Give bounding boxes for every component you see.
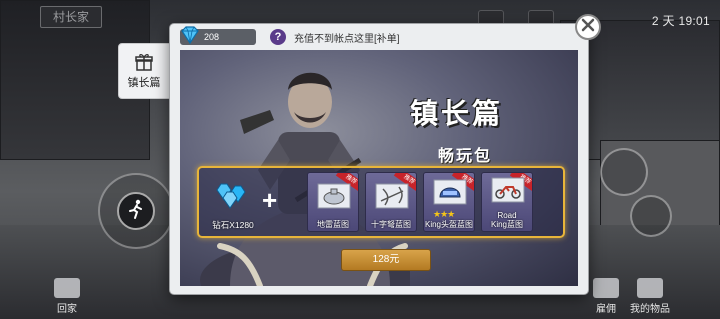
bottom-items-label: 我的物品 xyxy=(630,304,670,315)
landmine-blueprint-icon xyxy=(317,183,351,214)
gift-icon xyxy=(135,53,153,71)
reward-landmine-blueprint[interactable]: 推荐 地雷蓝图 xyxy=(307,172,359,232)
pack-title: 镇长篇 xyxy=(410,97,504,130)
sprint-button[interactable] xyxy=(117,192,155,230)
bottom-hire-label: 雇佣 xyxy=(596,304,616,315)
pack-subtitle: 畅玩包 xyxy=(438,148,493,165)
gem-balance: 208 xyxy=(180,26,256,45)
rarity-stars: ★★★ xyxy=(433,209,455,219)
bottom-home-button[interactable]: 回家 xyxy=(54,278,80,315)
bottom-items-button[interactable]: 我的物品 xyxy=(630,278,670,315)
plus-sign: + xyxy=(262,185,278,215)
reward-label: 钻石X1280 xyxy=(212,220,254,230)
side-tab-label: 镇长篇 xyxy=(127,76,161,89)
purchase-modal: 208 ? 充值不到帐点这里[补单] 镇长篇 畅玩包 128元 xyxy=(170,24,588,294)
house-icon xyxy=(54,278,80,298)
reward-diamonds[interactable]: 钻石X1280 xyxy=(207,172,259,232)
modal-top-bar: 208 ? 充值不到帐点这里[补单] xyxy=(170,24,588,50)
bottom-hire-button[interactable]: 雇佣 xyxy=(593,278,619,315)
motorcycle-blueprint-icon xyxy=(491,177,525,208)
running-man-icon xyxy=(125,198,147,225)
people-icon xyxy=(593,278,619,298)
bottom-home-label: 回家 xyxy=(57,304,77,315)
game-clock: 2 天 19:01 xyxy=(651,14,710,28)
buy-price-button[interactable]: 128元 xyxy=(341,249,431,271)
side-tab-mayor-chapter[interactable]: 镇长篇 xyxy=(118,43,170,99)
diamond-pile-icon xyxy=(213,178,253,215)
reload-button[interactable] xyxy=(600,148,648,196)
reward-label: 十字弩蓝图 xyxy=(371,220,411,229)
helmet-blueprint-icon xyxy=(433,179,467,210)
rewards-strip: 钻石X1280 推荐 地雷蓝图 推荐 十字弩蓝图 推荐 ★★★ King头盔蓝图… xyxy=(197,166,565,238)
action-button[interactable] xyxy=(630,195,672,237)
close-button[interactable] xyxy=(575,14,601,40)
reward-motorcycle-blueprint[interactable]: 推荐 Road King蓝图 xyxy=(481,172,533,232)
help-icon[interactable]: ? xyxy=(270,29,286,45)
recharge-hint-link[interactable]: 充值不到帐点这里[补单] xyxy=(294,30,400,45)
reward-crossbow-blueprint[interactable]: 推荐 十字弩蓝图 xyxy=(365,172,417,232)
village-chief-sign: 村长家 xyxy=(40,6,102,28)
close-icon xyxy=(581,18,595,37)
chest-icon xyxy=(637,278,663,298)
reward-label-line2: King蓝图 xyxy=(490,220,523,229)
diamond-icon xyxy=(178,25,202,52)
reward-label: 地雷蓝图 xyxy=(317,220,349,229)
gem-count: 208 xyxy=(204,32,220,42)
reward-helmet-blueprint[interactable]: 推荐 ★★★ King头盔蓝图 xyxy=(423,172,475,232)
crossbow-blueprint-icon xyxy=(375,183,409,214)
reward-label-line1: Road xyxy=(497,211,517,220)
reward-label: King头盔蓝图 xyxy=(424,220,473,229)
